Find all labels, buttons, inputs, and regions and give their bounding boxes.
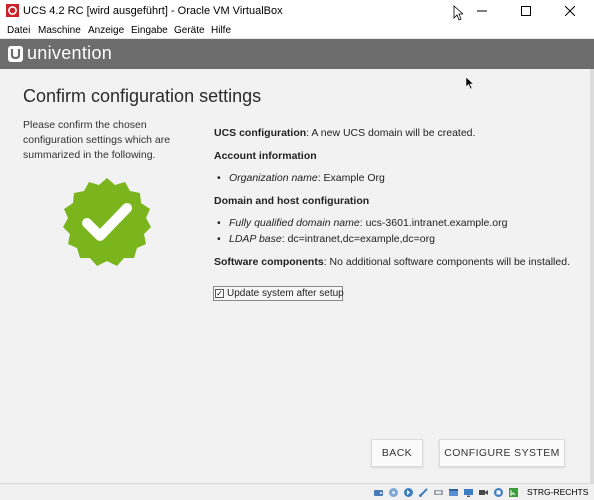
ldap-base-label: LDAP base bbox=[229, 233, 282, 245]
display-icon[interactable] bbox=[463, 487, 474, 498]
window-titlebar: UCS 4.2 RC [wird ausgeführt] - Oracle VM… bbox=[0, 0, 594, 22]
menu-maschine[interactable]: Maschine bbox=[38, 25, 81, 36]
brand-name: univention bbox=[27, 43, 113, 63]
menu-geraete[interactable]: Geräte bbox=[174, 25, 205, 36]
menu-eingabe[interactable]: Eingabe bbox=[131, 25, 168, 36]
back-button[interactable]: BACK bbox=[371, 439, 423, 467]
menu-datei[interactable]: Datei bbox=[7, 25, 30, 36]
update-system-label: Update system after setup bbox=[227, 288, 344, 299]
vm-status-bar: STRG-RECHTS bbox=[0, 483, 594, 500]
software-components-value: : No additional software components will… bbox=[323, 256, 570, 268]
ldap-base-value: : dc=intranet,dc=example,dc=org bbox=[281, 233, 435, 245]
organization-name-value: : Example Org bbox=[317, 172, 385, 184]
configure-system-button[interactable]: CONFIGURE SYSTEM bbox=[439, 439, 565, 467]
close-button[interactable] bbox=[548, 0, 592, 22]
ucs-configuration-label: UCS configuration bbox=[214, 127, 307, 139]
optical-drive-icon[interactable] bbox=[388, 487, 399, 498]
hard-disk-icon[interactable] bbox=[373, 487, 384, 498]
menu-anzeige[interactable]: Anzeige bbox=[88, 25, 124, 36]
menu-hilfe[interactable]: Hilfe bbox=[211, 25, 231, 36]
usb-icon[interactable] bbox=[433, 487, 444, 498]
domain-host-heading: Domain and host configuration bbox=[214, 195, 370, 207]
organization-name-item: Organization name: Example Org bbox=[217, 172, 385, 184]
account-information-heading: Account information bbox=[214, 150, 317, 162]
close-icon bbox=[565, 6, 575, 16]
audio-icon[interactable] bbox=[403, 487, 414, 498]
text-cursor-icon bbox=[453, 5, 463, 21]
organization-name-label: Organization name bbox=[229, 172, 318, 184]
window-right-edge bbox=[590, 69, 594, 483]
update-system-option[interactable]: ✓ Update system after setup bbox=[213, 286, 344, 301]
confirmation-badge-icon bbox=[63, 178, 151, 266]
ucs-configuration-row: UCS configuration: A new UCS domain will… bbox=[214, 127, 475, 139]
mouse-integration-icon[interactable] bbox=[508, 487, 519, 498]
page-title: Confirm configuration settings bbox=[23, 86, 262, 106]
virtualbox-app-icon bbox=[6, 4, 19, 17]
minimize-icon bbox=[477, 10, 487, 12]
fqdn-label: Fully qualified domain name bbox=[229, 217, 360, 229]
maximize-icon bbox=[521, 6, 531, 16]
host-key-label: STRG-RECHTS bbox=[527, 487, 589, 497]
video-capture-icon[interactable] bbox=[478, 487, 489, 498]
window-title: UCS 4.2 RC [wird ausgeführt] - Oracle VM… bbox=[23, 5, 283, 17]
software-components-label: Software components bbox=[214, 256, 324, 268]
menu-bar: Datei Maschine Anzeige Eingabe Geräte Hi… bbox=[0, 22, 594, 39]
univention-header: univention bbox=[0, 39, 594, 69]
maximize-button[interactable] bbox=[504, 0, 548, 22]
minimize-button[interactable] bbox=[460, 0, 504, 22]
update-system-checkbox[interactable]: ✓ bbox=[215, 289, 224, 298]
univention-logo-icon bbox=[8, 46, 23, 62]
network-icon[interactable] bbox=[418, 487, 429, 498]
shared-folders-icon[interactable] bbox=[448, 487, 459, 498]
software-components-row: Software components: No additional softw… bbox=[214, 256, 570, 268]
intro-text: Please confirm the chosen configuration … bbox=[23, 119, 171, 161]
ldap-base-item: LDAP base: dc=intranet,dc=example,dc=org bbox=[217, 233, 435, 245]
fqdn-value: : ucs-3601.intranet.example.org bbox=[359, 217, 508, 229]
ucs-configuration-value: : A new UCS domain will be created. bbox=[306, 127, 476, 139]
mouse-pointer-icon bbox=[465, 76, 474, 90]
setup-wizard-page: Confirm configuration settings Please co… bbox=[0, 69, 590, 483]
fqdn-item: Fully qualified domain name: ucs-3601.in… bbox=[217, 217, 508, 229]
cpu-icon[interactable] bbox=[493, 487, 504, 498]
